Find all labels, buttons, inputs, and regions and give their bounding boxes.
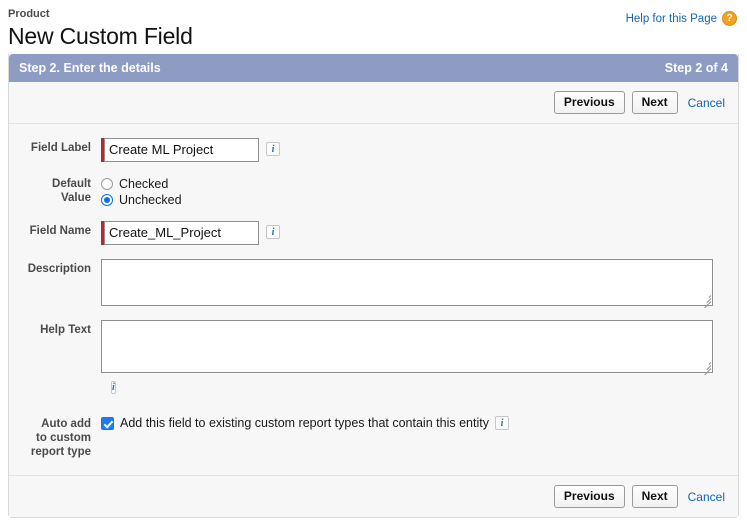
auto-add-label-line3: report type <box>30 446 91 458</box>
default-value-label-line1: Default <box>52 178 91 190</box>
previous-button-top[interactable]: Previous <box>553 91 625 114</box>
auto-add-row: Auto add to custom report type Add this … <box>9 416 738 459</box>
next-button-top[interactable]: Next <box>631 91 678 114</box>
field-name-input[interactable] <box>104 221 259 245</box>
description-wrap <box>101 259 713 309</box>
auto-add-info-icon[interactable]: i <box>494 416 509 430</box>
help-text-row: Help Text <box>9 320 738 376</box>
radio-checked-label: Checked <box>119 177 169 191</box>
help-text-info-icon[interactable]: i <box>111 381 116 394</box>
default-value-label: Default Value <box>9 176 101 205</box>
help-text-label: Help Text <box>40 324 91 336</box>
radio-option-checked[interactable]: Checked <box>101 177 182 191</box>
default-value-label-line2: Value <box>60 192 91 204</box>
default-value-radio-group: Checked Unchecked <box>101 176 182 207</box>
auto-add-checkbox[interactable] <box>101 417 114 430</box>
help-link[interactable]: Help for this Page <box>626 13 717 25</box>
field-name-input-wrap <box>101 221 259 245</box>
help-for-this-page[interactable]: Help for this Page ? <box>626 11 737 26</box>
previous-button-bottom[interactable]: Previous <box>553 485 625 508</box>
field-name-label: Field Name <box>29 225 91 237</box>
step-counter: Step 2 of 4 <box>664 61 728 75</box>
new-custom-field-panel: Step 2. Enter the details Step 2 of 4 Pr… <box>8 54 739 518</box>
radio-unchecked-label: Unchecked <box>119 193 182 207</box>
cancel-link-bottom[interactable]: Cancel <box>685 490 728 504</box>
auto-add-checkbox-label: Add this field to existing custom report… <box>120 416 489 430</box>
field-label-label: Field Label <box>30 142 91 154</box>
radio-option-unchecked[interactable]: Unchecked <box>101 193 182 207</box>
field-label-input-wrap <box>101 138 259 162</box>
description-label: Description <box>27 263 91 275</box>
description-row: Description <box>9 259 738 309</box>
auto-add-checkbox-row: Add this field to existing custom report… <box>101 416 509 431</box>
details-form: Field Label i Default Value Checked <box>9 124 738 475</box>
step-header-bar: Step 2. Enter the details Step 2 of 4 <box>9 54 738 82</box>
page-header: Product New Custom Field Help for this P… <box>0 0 747 54</box>
radio-checked-icon[interactable] <box>101 178 113 190</box>
question-mark-icon[interactable]: ? <box>722 11 737 26</box>
field-name-info-icon[interactable]: i <box>266 225 280 239</box>
field-label-input[interactable] <box>104 138 259 162</box>
auto-add-label-line2: to custom <box>36 432 91 444</box>
help-text-wrap <box>101 320 713 376</box>
auto-add-label: Auto add to custom report type <box>9 416 101 459</box>
page-title: New Custom Field <box>8 23 193 49</box>
field-label-row: Field Label i <box>9 138 738 162</box>
bottom-button-row: Previous Next Cancel <box>9 475 738 517</box>
field-label-info-icon[interactable]: i <box>266 142 280 156</box>
description-textarea[interactable] <box>101 259 713 306</box>
radio-unchecked-icon[interactable] <box>101 194 113 206</box>
step-title: Step 2. Enter the details <box>19 61 161 75</box>
help-text-textarea[interactable] <box>101 320 713 373</box>
auto-add-label-line1: Auto add <box>41 418 91 430</box>
top-button-row: Previous Next Cancel <box>9 82 738 124</box>
cancel-link-top[interactable]: Cancel <box>685 96 728 110</box>
help-text-info-row: i <box>9 379 738 394</box>
field-name-row: Field Name i <box>9 221 738 245</box>
default-value-row: Default Value Checked Unchecked <box>9 176 738 207</box>
next-button-bottom[interactable]: Next <box>631 485 678 508</box>
